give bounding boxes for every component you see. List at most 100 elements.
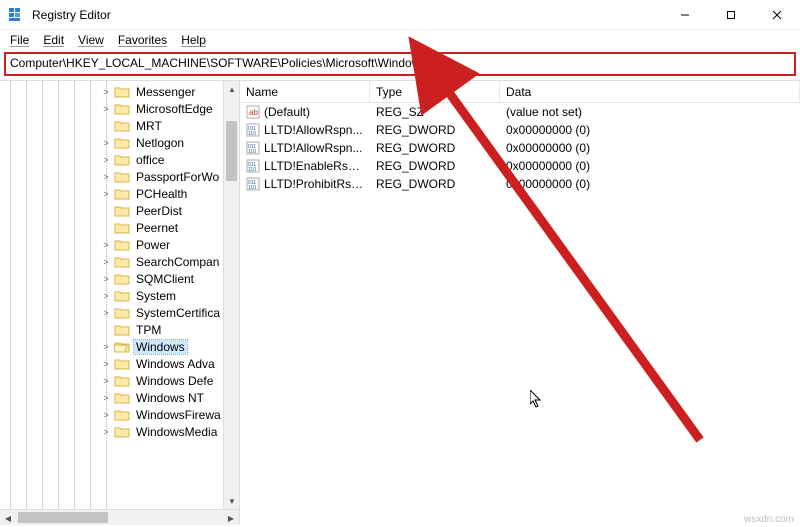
tree-item-label: office — [134, 153, 166, 167]
tree-item-label: WindowsFirewa — [134, 408, 223, 422]
tree-item[interactable]: > Messenger — [0, 83, 239, 100]
value-data-cell: 0x00000000 (0) — [500, 177, 800, 191]
list-row[interactable]: 011110LLTD!AllowRspn...REG_DWORD0x000000… — [240, 121, 800, 139]
tree-item[interactable]: > Windows Defe — [0, 372, 239, 389]
value-name-cell: 011110LLTD!AllowRspn... — [240, 141, 370, 156]
tree-item[interactable]: > WindowsMedia — [0, 423, 239, 440]
tree-item[interactable]: PeerDist — [0, 202, 239, 219]
expand-toggle-icon[interactable]: > — [100, 138, 112, 148]
tree[interactable]: >Messenger>MicrosoftEdgeMRT>Netlogon>off… — [0, 81, 239, 442]
expand-toggle-icon[interactable]: > — [100, 155, 112, 165]
tree-item[interactable]: > Windows — [0, 338, 239, 355]
tree-item[interactable]: >Windows NT — [0, 389, 239, 406]
tree-item[interactable]: >SystemCertifica — [0, 304, 239, 321]
expand-toggle-icon[interactable]: > — [100, 104, 112, 114]
expand-toggle-icon[interactable]: > — [100, 189, 112, 199]
tree-scrollbar-vertical[interactable]: ▲ ▼ — [223, 81, 239, 509]
scroll-down-icon[interactable]: ▼ — [224, 493, 240, 509]
menu-view[interactable]: View — [72, 32, 110, 48]
tree-item-label: System — [134, 289, 178, 303]
expand-toggle-icon[interactable]: > — [100, 376, 112, 386]
expand-toggle-icon[interactable]: > — [100, 87, 112, 97]
expand-toggle-icon[interactable]: > — [100, 393, 112, 403]
scroll-left-icon[interactable]: ◀ — [0, 510, 16, 525]
tree-item[interactable]: > SQMClient — [0, 270, 239, 287]
tree-pane: >Messenger>MicrosoftEdgeMRT>Netlogon>off… — [0, 81, 240, 525]
scroll-right-icon[interactable]: ▶ — [223, 510, 239, 525]
tree-item[interactable]: >PCHealth — [0, 185, 239, 202]
tree-scrollbar-horizontal[interactable]: ◀ ▶ — [0, 509, 239, 525]
folder-icon — [114, 221, 130, 235]
folder-icon — [114, 340, 130, 354]
folder-icon — [114, 170, 130, 184]
column-header-data[interactable]: Data — [500, 81, 800, 102]
menu-favorites[interactable]: Favorites — [112, 32, 173, 48]
column-header-name[interactable]: Name — [240, 81, 370, 102]
expand-toggle-icon[interactable]: > — [100, 274, 112, 284]
svg-text:110: 110 — [248, 167, 256, 173]
folder-icon — [114, 136, 130, 150]
tree-item[interactable]: >MicrosoftEdge — [0, 100, 239, 117]
expand-toggle-icon[interactable]: > — [100, 342, 112, 352]
svg-text:ab: ab — [249, 108, 258, 117]
scroll-thumb-h[interactable] — [18, 512, 108, 523]
folder-icon — [114, 357, 130, 371]
expand-toggle-icon[interactable]: > — [100, 291, 112, 301]
tree-item-label: Power — [134, 238, 172, 252]
value-type-cell: REG_DWORD — [370, 177, 500, 191]
tree-item[interactable]: Peernet — [0, 219, 239, 236]
column-header-type[interactable]: Type — [370, 81, 500, 102]
tree-item[interactable]: >PassportForWo — [0, 168, 239, 185]
tree-item[interactable]: >SearchCompan — [0, 253, 239, 270]
tree-item-label: Windows — [134, 340, 187, 354]
tree-item[interactable]: > office — [0, 151, 239, 168]
window-title: Registry Editor — [32, 8, 662, 22]
menu-help[interactable]: Help — [175, 32, 212, 48]
maximize-button[interactable] — [708, 0, 754, 29]
content-area: >Messenger>MicrosoftEdgeMRT>Netlogon>off… — [0, 80, 800, 525]
list-row[interactable]: ab(Default)REG_SZ(value not set) — [240, 103, 800, 121]
tree-item[interactable]: > System — [0, 287, 239, 304]
expand-toggle-icon[interactable]: > — [100, 240, 112, 250]
close-button[interactable] — [754, 0, 800, 29]
tree-item-label: SQMClient — [134, 272, 196, 286]
list-pane: Name Type Data ab(Default)REG_SZ(value n… — [240, 81, 800, 525]
value-data-cell: 0x00000000 (0) — [500, 141, 800, 155]
tree-item-label: MRT — [134, 119, 164, 133]
tree-item-label: PeerDist — [134, 204, 184, 218]
tree-item[interactable]: >Netlogon — [0, 134, 239, 151]
scroll-up-icon[interactable]: ▲ — [224, 81, 240, 97]
menu-file[interactable]: File — [4, 32, 35, 48]
folder-icon — [114, 153, 130, 167]
tree-item[interactable]: > WindowsFirewa — [0, 406, 239, 423]
tree-item[interactable]: >Windows Adva — [0, 355, 239, 372]
scroll-thumb[interactable] — [226, 121, 237, 181]
list-row[interactable]: 011110LLTD!EnableRspn...REG_DWORD0x00000… — [240, 157, 800, 175]
address-bar[interactable]: Computer\HKEY_LOCAL_MACHINE\SOFTWARE\Pol… — [6, 54, 794, 74]
value-name: LLTD!AllowRspn... — [264, 123, 362, 137]
list-row[interactable]: 011110LLTD!AllowRspn...REG_DWORD0x000000… — [240, 139, 800, 157]
expand-toggle-icon[interactable]: > — [100, 359, 112, 369]
minimize-button[interactable] — [662, 0, 708, 29]
tree-item-label: WindowsMedia — [134, 425, 219, 439]
menubar: File Edit View Favorites Help — [0, 30, 800, 50]
list-header: Name Type Data — [240, 81, 800, 103]
tree-item-label: Windows Defe — [134, 374, 215, 388]
svg-text:110: 110 — [248, 149, 256, 155]
expand-toggle-icon[interactable]: > — [100, 257, 112, 267]
menu-edit[interactable]: Edit — [37, 32, 70, 48]
expand-toggle-icon[interactable]: > — [100, 427, 112, 437]
string-value-icon: ab — [246, 105, 260, 119]
expand-toggle-icon[interactable]: > — [100, 172, 112, 182]
tree-item[interactable]: > Power — [0, 236, 239, 253]
tree-item-label: Messenger — [134, 85, 197, 99]
folder-icon — [114, 425, 130, 439]
tree-item[interactable]: TPM — [0, 321, 239, 338]
value-type-cell: REG_DWORD — [370, 159, 500, 173]
expand-toggle-icon[interactable]: > — [100, 410, 112, 420]
value-name-cell: 011110LLTD!AllowRspn... — [240, 123, 370, 138]
list-row[interactable]: 011110LLTD!ProhibitRsp...REG_DWORD0x0000… — [240, 175, 800, 193]
expand-toggle-icon[interactable]: > — [100, 308, 112, 318]
list-rows: ab(Default)REG_SZ(value not set)011110LL… — [240, 103, 800, 525]
tree-item[interactable]: MRT — [0, 117, 239, 134]
